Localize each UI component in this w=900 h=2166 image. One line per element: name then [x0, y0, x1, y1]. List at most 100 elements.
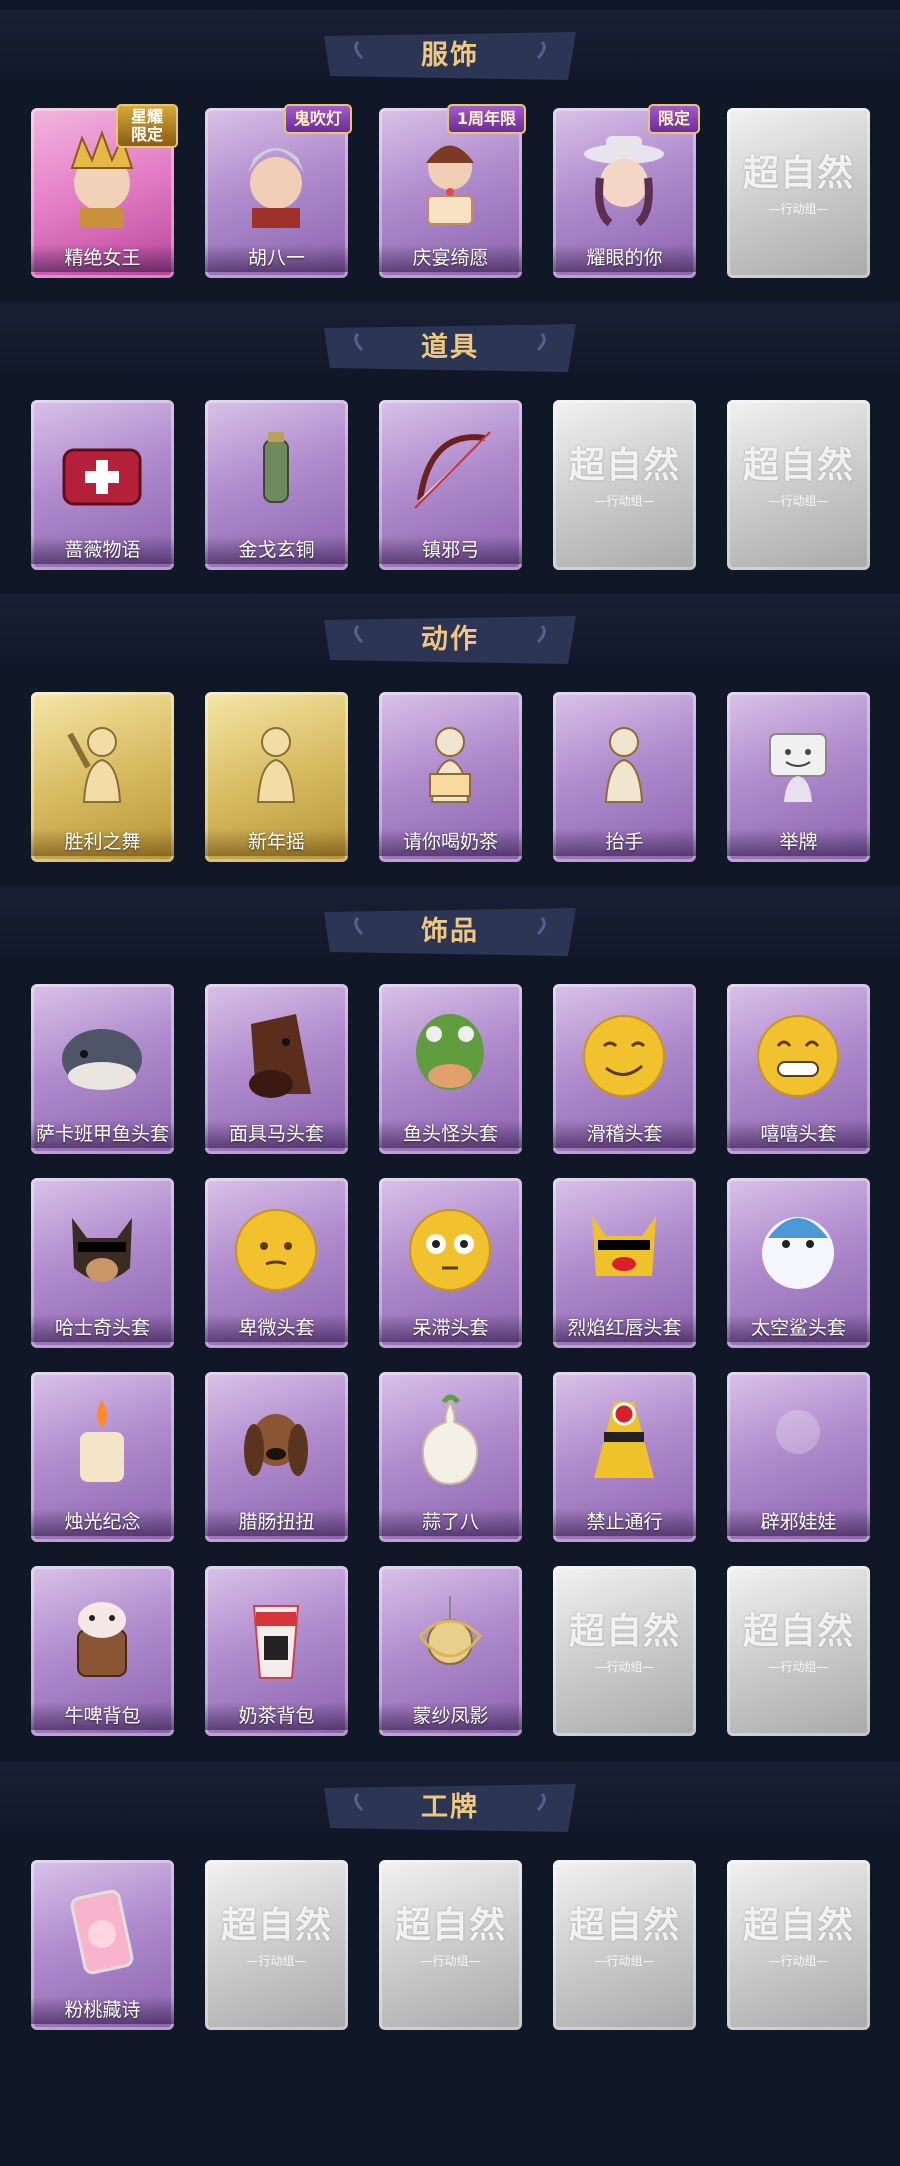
empty-item-card: 超自然 —行动组—: [727, 400, 870, 570]
item-card[interactable]: 胜利之舞: [31, 692, 174, 862]
item-label: 牛啤背包: [31, 1702, 174, 1730]
item-card[interactable]: 禁止通行: [553, 1372, 696, 1542]
empty-item-card: 超自然 —行动组—: [553, 1566, 696, 1736]
empty-item-card: 超自然 —行动组—: [727, 108, 870, 278]
item-row: 萨卡班甲鱼头套 面具马头套 鱼头怪头套 滑稽头套 嘻嘻头套: [0, 984, 900, 1154]
item-card[interactable]: 精绝女王 星耀 限定: [31, 104, 178, 278]
item-card[interactable]: 太空鲨头套: [727, 1178, 870, 1348]
item-card[interactable]: 蒙纱凤影: [379, 1566, 522, 1736]
item-card[interactable]: 滑稽头套: [553, 984, 696, 1154]
placeholder-subtitle: —行动组—: [594, 1660, 655, 1674]
phoenix-pendant-icon: [418, 1596, 482, 1665]
item-card[interactable]: 腊肠扭扭: [205, 1372, 348, 1542]
item-card[interactable]: 鱼头怪头套: [379, 984, 522, 1154]
item-card[interactable]: 蒜了八: [379, 1372, 522, 1542]
placeholder-subtitle: —行动组—: [594, 494, 655, 508]
item-card[interactable]: 胡八一 鬼吹灯: [205, 104, 352, 278]
grin-face-mask-icon: [757, 1015, 839, 1097]
item-card[interactable]: 抬手: [553, 692, 696, 862]
placeholder-subtitle: —行动组—: [420, 1954, 481, 1968]
milk-tea-backpack-icon: [252, 1605, 300, 1679]
item-card[interactable]: 耀眼的你 限定: [553, 104, 700, 278]
pink-peach-badge-icon: [70, 1889, 134, 1975]
traffic-cone-icon: [594, 1402, 654, 1478]
limited-tag: 星耀 限定: [116, 104, 178, 148]
item-label: 举牌: [727, 828, 870, 856]
item-label: 烛光纪念: [31, 1508, 174, 1536]
empty-item-card: 超自然 —行动组—: [553, 400, 696, 570]
cowgirl-portrait-icon: [584, 136, 664, 227]
placeholder-subtitle: —行动组—: [594, 1954, 655, 1968]
item-card[interactable]: 牛啤背包: [31, 1566, 174, 1736]
item-label: 胜利之舞: [31, 828, 174, 856]
item-card[interactable]: 粉桃藏诗: [31, 1860, 174, 2030]
young-man-portrait-icon: [248, 148, 304, 228]
item-label: 胡八一: [205, 244, 348, 272]
section-banner: 动作: [318, 614, 582, 666]
item-row: 烛光纪念 腊肠扭扭 蒜了八 禁止通行 辟邪娃娃: [0, 1372, 900, 1542]
limited-tag: 限定: [647, 104, 700, 134]
husky-mask-icon: [72, 1218, 132, 1282]
placeholder-subtitle: —行动组—: [768, 1660, 829, 1674]
space-shark-mask-icon: [762, 1217, 834, 1289]
item-label: 面具马头套: [205, 1120, 348, 1148]
placeholder-subtitle: —行动组—: [768, 202, 829, 216]
dachshund-icon: [244, 1414, 308, 1476]
stunned-face-mask-icon: [409, 1209, 491, 1291]
item-card[interactable]: 面具马头套: [205, 984, 348, 1154]
item-label: 抬手: [553, 828, 696, 856]
section-banner: 饰品: [318, 906, 582, 958]
empty-item-card: 超自然 —行动组—: [205, 1860, 348, 2030]
item-label: 新年摇: [205, 828, 348, 856]
placeholder-subtitle: —行动组—: [768, 494, 829, 508]
charm-doll-icon: [776, 1410, 820, 1454]
item-card[interactable]: 庆宴绮愿 1周年限: [379, 104, 526, 278]
item-label: 嘻嘻头套: [727, 1120, 870, 1148]
funny-face-mask-icon: [583, 1015, 665, 1097]
item-card[interactable]: 烈焰红唇头套: [553, 1178, 696, 1348]
section-title: 饰品: [421, 916, 479, 947]
hold-sign-icon: [769, 733, 827, 802]
item-card[interactable]: 新年摇: [205, 692, 348, 862]
item-card[interactable]: 萨卡班甲鱼头套: [31, 984, 174, 1154]
item-card[interactable]: 金戈玄铜: [205, 400, 348, 570]
candle-icon: [80, 1400, 124, 1482]
item-card[interactable]: 镇邪弓: [379, 400, 522, 570]
fish-head-mask-icon: [62, 1029, 142, 1090]
empty-item-card: 超自然 —行动组—: [553, 1860, 696, 2030]
item-label: 耀眼的你: [553, 244, 696, 272]
item-row: 粉桃藏诗 超自然 —行动组— 超自然 —行动组— 超自然 —行动组— 超自然 —行动组—: [0, 1860, 900, 2030]
item-card[interactable]: 嘻嘻头套: [727, 984, 870, 1154]
item-label: 腊肠扭扭: [205, 1508, 348, 1536]
item-label: 烈焰红唇头套: [553, 1314, 696, 1342]
garlic-icon: [422, 1394, 478, 1486]
item-label: 呆滞头套: [379, 1314, 522, 1342]
item-label: 请你喝奶茶: [379, 828, 522, 856]
item-card[interactable]: 呆滞头套: [379, 1178, 522, 1348]
item-label: 奶茶背包: [205, 1702, 348, 1730]
item-card[interactable]: 烛光纪念: [31, 1372, 174, 1542]
item-card[interactable]: 卑微头套: [205, 1178, 348, 1348]
item-card[interactable]: 蔷薇物语: [31, 400, 174, 570]
item-card[interactable]: 哈士奇头套: [31, 1178, 174, 1348]
item-card[interactable]: 辟邪娃娃: [727, 1372, 870, 1542]
new-year-shake-icon: [256, 727, 296, 803]
milk-tea-pose-icon: [429, 727, 471, 803]
item-row: 哈士奇头套 卑微头套 呆滞头套 烈焰红唇头套 太空鲨头套: [0, 1178, 900, 1348]
item-card[interactable]: 举牌: [727, 692, 870, 862]
item-card[interactable]: 奶茶背包: [205, 1566, 348, 1736]
empty-item-card: 超自然 —行动组—: [727, 1860, 870, 2030]
placeholder-subtitle: —行动组—: [768, 1954, 829, 1968]
humble-face-mask-icon: [235, 1209, 317, 1291]
item-card[interactable]: 请你喝奶茶: [379, 692, 522, 862]
limited-tag: 1周年限: [446, 104, 526, 134]
item-row: 蔷薇物语 金戈玄铜 镇邪弓 超自然 —行动组— 超自然 —行动组—: [0, 400, 900, 570]
red-lips-mask-icon: [592, 1216, 656, 1276]
item-row: 胜利之舞 新年摇 请你喝奶茶 抬手 举牌: [0, 692, 900, 862]
item-label: 蔷薇物语: [31, 536, 174, 564]
item-label: 蒙纱凤影: [379, 1702, 522, 1730]
limited-tag: 鬼吹灯: [283, 104, 352, 134]
item-label: 滑稽头套: [553, 1120, 696, 1148]
item-label: 精绝女王: [31, 244, 174, 272]
placeholder-subtitle: —行动组—: [246, 1954, 307, 1968]
